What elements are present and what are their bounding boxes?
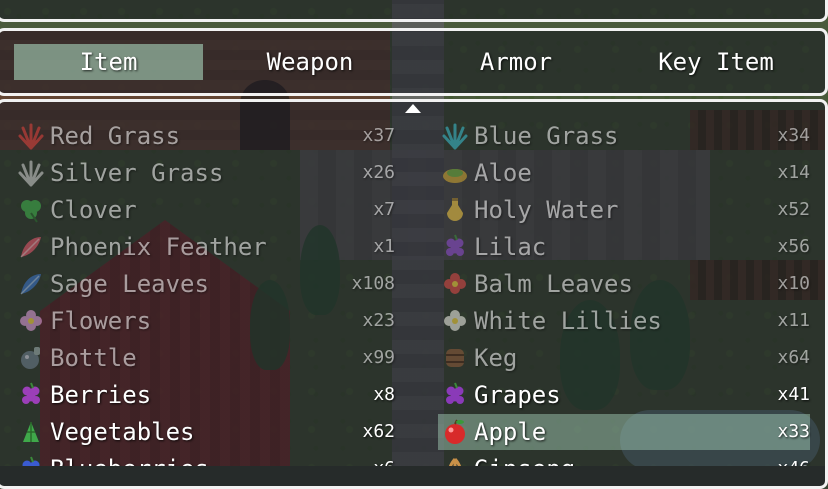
- item-list: Red Grass x37 Silver Grass x26 Clover x7 Phoen…: [0, 118, 828, 466]
- item-row[interactable]: Aloe x14: [438, 155, 810, 191]
- tab-key-item[interactable]: Key Item: [626, 44, 806, 80]
- blue-grass-icon: [440, 121, 470, 151]
- clover-icon: [16, 195, 46, 225]
- item-row[interactable]: Silver Grass x26: [14, 155, 395, 191]
- white-lillies-icon: [440, 306, 470, 336]
- tab-item[interactable]: Item: [14, 44, 203, 80]
- tab-armor[interactable]: Armor: [426, 44, 606, 80]
- item-row[interactable]: Holy Water x52: [438, 192, 810, 228]
- item-name: Lilac: [474, 233, 547, 261]
- item-name: Ginseng: [474, 451, 575, 466]
- item-row[interactable]: Vegetables x62: [14, 414, 395, 450]
- item-count: x7: [373, 199, 395, 220]
- item-row[interactable]: Balm Leaves x10: [438, 266, 810, 302]
- item-name: Phoenix Feather: [50, 233, 267, 261]
- item-count: x56: [777, 236, 810, 257]
- item-name: Aloe: [474, 159, 532, 187]
- item-row[interactable]: Berries x8: [14, 377, 395, 413]
- tab-weapon[interactable]: Weapon: [220, 44, 400, 80]
- item-name: Red Grass: [50, 122, 181, 150]
- item-name: Berries: [50, 381, 152, 409]
- item-row[interactable]: Phoenix Feather x1: [14, 229, 395, 265]
- item-row[interactable]: Blue Grass x34: [438, 118, 810, 154]
- phoenix-feather-icon: [16, 232, 46, 262]
- item-count: x64: [777, 347, 810, 368]
- item-name: Holy Water: [474, 196, 619, 224]
- item-name: Blueberries: [50, 451, 209, 466]
- item-count: x34: [777, 125, 810, 146]
- item-name: Silver Grass: [50, 159, 224, 187]
- item-count: x8: [373, 384, 395, 405]
- sage-leaves-icon: [16, 269, 46, 299]
- item-row[interactable]: Keg x64: [438, 340, 810, 376]
- item-count: x11: [777, 310, 810, 331]
- apple-icon: [440, 417, 470, 447]
- item-count: x52: [777, 199, 810, 220]
- ginseng-icon: [440, 454, 470, 466]
- item-row[interactable]: Ginseng x46: [438, 451, 810, 466]
- lilac-icon: [440, 232, 470, 262]
- blueberries-icon: [16, 454, 46, 466]
- item-row[interactable]: Red Grass x37: [14, 118, 395, 154]
- grapes-icon: [440, 380, 470, 410]
- silver-grass-icon: [16, 158, 46, 188]
- item-count: x1: [373, 236, 395, 257]
- red-grass-icon: [16, 121, 46, 151]
- item-row[interactable]: Lilac x56: [438, 229, 810, 265]
- vegetables-icon: [16, 417, 46, 447]
- item-count: x23: [362, 310, 395, 331]
- item-count: x6: [373, 451, 395, 466]
- item-row[interactable]: Blueberries x6: [14, 451, 395, 466]
- item-name: Keg: [474, 344, 518, 372]
- balm-leaves-icon: [440, 269, 470, 299]
- item-count: x14: [777, 162, 810, 183]
- item-count: x62: [362, 421, 395, 442]
- item-row[interactable]: White Lillies x11: [438, 303, 810, 339]
- item-count: x37: [362, 125, 395, 146]
- item-count: x99: [362, 347, 395, 368]
- item-name: Sage Leaves: [50, 270, 209, 298]
- item-row[interactable]: Sage Leaves x108: [14, 266, 395, 302]
- item-count: x46: [777, 451, 810, 466]
- keg-icon: [440, 343, 470, 373]
- category-tabs: Item Weapon Armor Key Item: [14, 44, 814, 80]
- help-window: [0, 0, 828, 22]
- item-count: x26: [362, 162, 395, 183]
- item-name: Bottle: [50, 344, 137, 372]
- item-name: Balm Leaves: [474, 270, 633, 298]
- item-row[interactable]: Grapes x41: [438, 377, 810, 413]
- item-row[interactable]: Clover x7: [14, 192, 395, 228]
- item-row[interactable]: Flowers x23: [14, 303, 395, 339]
- item-name: Apple: [474, 418, 547, 446]
- item-name: Blue Grass: [474, 122, 619, 150]
- item-count: x41: [777, 384, 810, 405]
- berries-icon: [16, 380, 46, 410]
- holy-water-icon: [440, 195, 470, 225]
- item-count: x108: [351, 273, 395, 294]
- aloe-icon: [440, 158, 470, 188]
- item-name: Flowers: [50, 307, 152, 335]
- item-row[interactable]: Apple x33: [438, 414, 810, 450]
- item-name: Vegetables: [50, 418, 195, 446]
- scroll-up-arrow-icon[interactable]: [405, 104, 421, 113]
- flowers-icon: [16, 306, 46, 336]
- item-name: White Lillies: [474, 307, 662, 335]
- item-name: Grapes: [474, 381, 561, 409]
- bottle-icon: [16, 343, 46, 373]
- item-row[interactable]: Bottle x99: [14, 340, 395, 376]
- item-count: x10: [777, 273, 810, 294]
- item-count: x33: [777, 421, 810, 442]
- item-name: Clover: [50, 196, 137, 224]
